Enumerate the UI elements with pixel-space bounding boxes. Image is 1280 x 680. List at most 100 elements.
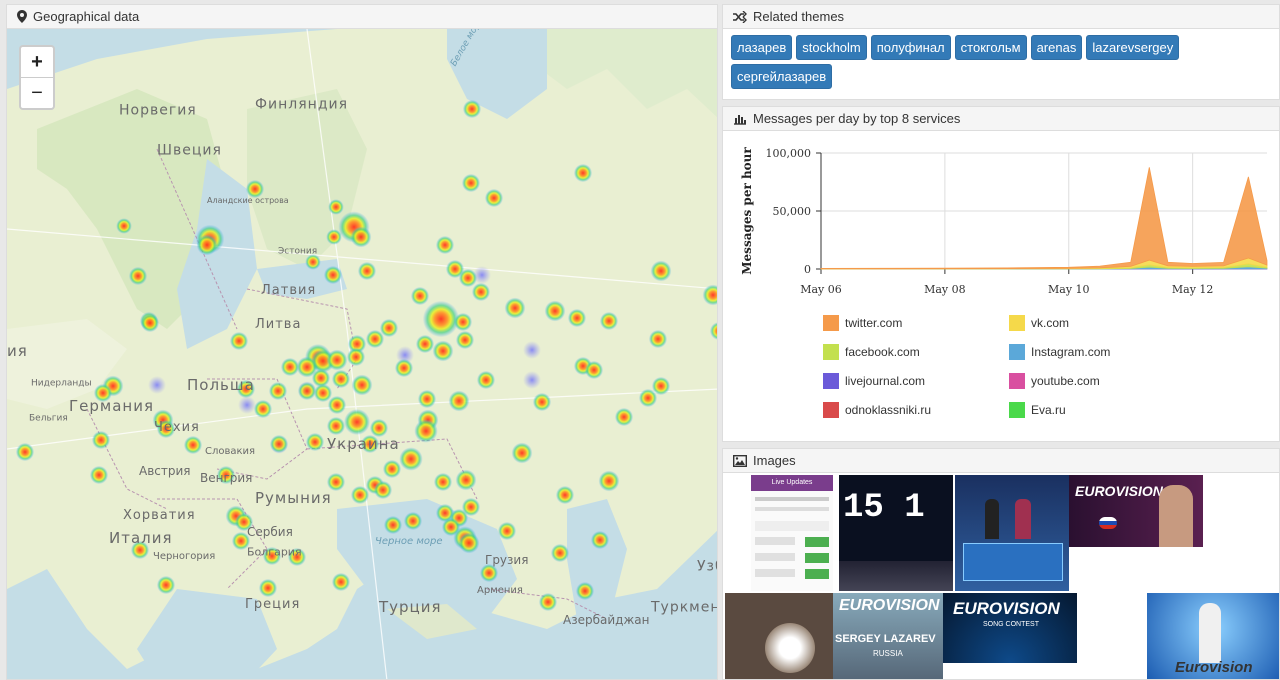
heat-spot — [357, 261, 377, 281]
map-label: Финляндия — [255, 97, 348, 113]
legend-swatch — [823, 315, 839, 331]
eurovision-lazarev-banner[interactable]: EUROVISION — [1069, 475, 1203, 547]
legend-label: vk.com — [1031, 316, 1070, 330]
eurovision-sergey-lazarev-russia[interactable]: EUROVISION SERGEY LAZAREV RUSSIA — [833, 593, 943, 679]
bar-chart-icon — [734, 114, 746, 125]
live-updates-screenshot[interactable]: Live Updates — [751, 475, 833, 591]
tag-item[interactable]: сергейлазарев — [731, 64, 833, 89]
heat-spot — [331, 369, 351, 389]
thumb-caption: EUROVISION — [1075, 483, 1163, 499]
legend-item[interactable]: vk.com — [1009, 315, 1069, 331]
heat-spot — [268, 381, 288, 401]
map-label: Австрия — [139, 464, 191, 478]
tag-item[interactable]: полуфинал — [870, 35, 951, 60]
series-area — [820, 167, 1268, 270]
stage-hosts[interactable] — [955, 475, 1069, 591]
themes-panel-header: Related themes — [723, 5, 1279, 29]
legend-swatch — [823, 344, 839, 360]
cat-photo[interactable] — [725, 593, 835, 679]
y-axis-label: Messages per hour — [740, 147, 754, 275]
chart-panel-title: Messages per day by top 8 services — [753, 111, 961, 126]
map-label: Украина — [327, 435, 400, 453]
map-label: Азербайджан — [563, 613, 649, 627]
heat-spot — [523, 341, 541, 359]
heat-spot — [550, 543, 570, 563]
tag-item[interactable]: стокгольм — [954, 35, 1027, 60]
legend-item[interactable]: facebook.com — [823, 344, 920, 360]
heat-spot — [415, 334, 435, 354]
heat-spot — [433, 472, 453, 492]
scoreboard-15[interactable]: 15 1 — [839, 475, 953, 591]
heat-spot — [584, 360, 604, 380]
heat-spot — [297, 381, 317, 401]
zoom-out-button[interactable]: − — [21, 77, 53, 108]
heat-spot — [523, 371, 541, 389]
heat-spot — [598, 470, 620, 492]
tag-item[interactable]: lazarevsergey — [1086, 35, 1180, 60]
heat-spot — [544, 300, 566, 322]
legend-item[interactable]: livejournal.com — [823, 373, 925, 389]
legend-label: Instagram.com — [1031, 345, 1111, 359]
legend-label: twitter.com — [845, 316, 903, 330]
legend-item[interactable]: Instagram.com — [1009, 344, 1110, 360]
heat-spot — [555, 485, 575, 505]
zoom-control: + − — [19, 45, 55, 110]
map-label: Швеция — [157, 143, 222, 159]
lazarev-performance[interactable]: Eurovision — [1147, 593, 1279, 679]
heat-spot — [432, 340, 454, 362]
legend-label: facebook.com — [845, 345, 920, 359]
heat-spot — [196, 234, 218, 256]
heat-spot — [328, 199, 344, 215]
heat-spot — [326, 416, 346, 436]
map-label: Италия — [109, 529, 173, 547]
shuffle-icon — [733, 10, 747, 23]
related-themes-panel: Related themes лазарев stockholm полуфин… — [722, 4, 1280, 100]
heat-spot — [116, 218, 132, 234]
heat-spot — [327, 395, 347, 415]
y-tick-label: 0 — [804, 263, 811, 276]
tag-item[interactable]: stockholm — [796, 35, 867, 60]
heat-spot — [435, 235, 455, 255]
heat-spot — [538, 592, 558, 612]
map-label: Эстония — [278, 247, 317, 257]
heat-spot — [91, 430, 111, 450]
map-label: Турция — [378, 598, 442, 616]
legend-item[interactable]: youtube.com — [1009, 373, 1100, 389]
heat-spot — [373, 480, 393, 500]
chart-panel-header: Messages per day by top 8 services — [723, 107, 1279, 131]
heat-spot — [567, 308, 587, 328]
heat-spot — [323, 265, 343, 285]
map-label: Нидерланды — [31, 379, 92, 389]
tag-item[interactable]: лазарев — [731, 35, 793, 60]
legend-item[interactable]: twitter.com — [823, 315, 902, 331]
x-tick-label: May 10 — [1048, 283, 1090, 296]
images-panel-header: Images — [723, 449, 1279, 473]
legend-swatch — [823, 402, 839, 418]
heatmap-map[interactable]: Норвегия Финляндия Швеция Эстония Латвия Литв… — [7, 29, 717, 679]
thumb-caption: 15 1 — [843, 489, 925, 527]
heat-spot — [471, 282, 491, 302]
map-label: Хорватия — [123, 508, 196, 523]
thumb-caption: EUROVISION — [953, 599, 1060, 618]
geo-map-panel: Geographical data Норвегия Финляндия Шве… — [6, 4, 718, 680]
heat-spot — [365, 329, 385, 349]
heat-spot — [350, 485, 370, 505]
legend-item[interactable]: Eva.ru — [1009, 402, 1066, 418]
heat-spot — [344, 409, 370, 435]
heat-spot — [422, 300, 460, 338]
images-panel-title: Images — [753, 453, 796, 468]
heat-spot — [128, 266, 148, 286]
tag-item[interactable]: arenas — [1030, 35, 1083, 60]
heat-spot — [458, 532, 480, 554]
zoom-in-button[interactable]: + — [21, 47, 53, 77]
map-label: ия — [7, 342, 28, 360]
eurovision-logo-globe[interactable]: EUROVISION SONG CONTEST — [943, 593, 1077, 663]
map-label: Черногория — [153, 551, 215, 562]
x-tick-label: May 12 — [1172, 283, 1214, 296]
geo-panel-header: Geographical data — [7, 5, 717, 29]
heat-spot — [462, 99, 482, 119]
heat-spot — [313, 383, 333, 403]
legend-swatch — [1009, 344, 1025, 360]
legend-item[interactable]: odnoklassniki.ru — [823, 402, 931, 418]
heat-spot — [455, 469, 477, 491]
